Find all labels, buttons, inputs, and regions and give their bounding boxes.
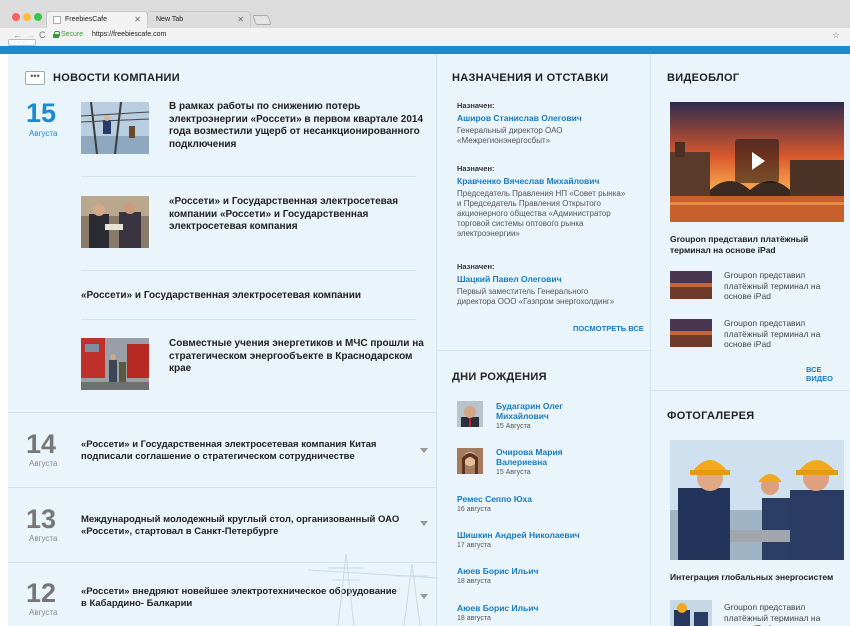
appointment-description: Генеральный директор ОАО «Межрегионэнерг… <box>457 126 563 145</box>
birthday-name-link[interactable]: Очирова Мария Валериевна <box>496 447 596 467</box>
tab-new-tab[interactable]: New Tab ✕ <box>147 11 251 28</box>
reload-icon[interactable]: C <box>39 28 46 42</box>
chevron-down-icon[interactable] <box>420 521 428 526</box>
archive-day: 14 <box>26 429 57 459</box>
news-image-power-lines[interactable] <box>81 102 149 154</box>
videoblog-section-title: ВИДЕОБЛОГ <box>667 72 740 84</box>
tab-freebiescafe[interactable]: FreebiesCafe ✕ <box>46 11 148 28</box>
divider <box>436 350 650 351</box>
video-main-caption[interactable]: Groupon представил платёжный терминал на… <box>670 234 844 255</box>
birthday-date: 17 августа <box>457 542 491 549</box>
appointment-label: Назначен: <box>457 262 495 271</box>
column-divider <box>650 54 651 626</box>
menu-dots-button[interactable]: ••• <box>25 71 45 85</box>
close-window-button[interactable] <box>12 13 20 21</box>
birthday-name-link[interactable]: Будагарин Олег Михайлович <box>496 401 596 421</box>
favicon-icon <box>53 16 61 24</box>
avatar[interactable] <box>457 448 483 474</box>
news-item-title[interactable]: «Россети» и Государственная электросетев… <box>81 290 411 303</box>
news-item-title[interactable]: В рамках работы по снижению потерь элект… <box>169 101 424 151</box>
birthday-date: 16 августа <box>457 506 491 513</box>
video-thumbnail[interactable] <box>670 319 712 347</box>
archive-news-title[interactable]: Международный молодежный круглый стол, о… <box>81 514 401 537</box>
close-icon[interactable]: ✕ <box>134 12 141 28</box>
appointments-section-title: НАЗНАЧЕНИЯ И ОТСТАВКИ <box>452 72 609 84</box>
birthday-name-link[interactable]: Аюев Борис Ильич <box>457 566 538 576</box>
divider <box>81 270 416 271</box>
featured-month: Августа <box>29 129 58 138</box>
lock-icon <box>53 31 60 38</box>
birthday-date: 15 Августа <box>496 469 531 476</box>
birthdays-section-title: ДНИ РОЖДЕНИЯ <box>452 371 547 383</box>
tab-title: FreebiesCafe <box>65 16 108 23</box>
news-section-title: НОВОСТИ КОМПАНИИ <box>53 72 180 84</box>
news-image-emergency-drill[interactable] <box>81 338 149 390</box>
divider <box>81 319 416 320</box>
power-tower-watermark <box>308 553 438 626</box>
page-content: ••• НОВОСТИ КОМПАНИИ 15 Августа В рамках… <box>8 54 850 626</box>
archive-news-title[interactable]: «Россети» и Государственная электросетев… <box>81 439 391 462</box>
gallery-caption[interactable]: Groupon представил платёжный терминал на… <box>724 602 834 626</box>
news-image-handshake[interactable] <box>81 196 149 248</box>
browser-chrome: FreebiesCafe ✕ New Tab ✕ ← → C Secure ht… <box>0 0 850 46</box>
appointment-description: Первый заместитель Генерального директор… <box>457 287 615 306</box>
news-item-title[interactable]: «Россети» и Государственная электросетев… <box>169 196 424 234</box>
gallery-main-caption[interactable]: Интеграция глобальных энергосистем <box>670 572 850 583</box>
appointment-name-link[interactable]: Шацкий Павел Олегович <box>457 274 562 284</box>
chevron-down-icon[interactable] <box>420 448 428 453</box>
see-all-appointments-link[interactable]: ПОСМОТРЕТЬ ВСЕ <box>573 324 644 333</box>
tab-title: New Tab <box>156 16 184 23</box>
birthday-date: 18 августа <box>457 578 491 585</box>
archive-day: 13 <box>26 504 57 534</box>
bookmark-star-icon[interactable]: ☆ <box>832 28 840 42</box>
minimize-window-button[interactable] <box>23 13 31 21</box>
featured-day: 15 <box>26 98 57 128</box>
divider <box>8 487 436 488</box>
address-toolbar: ← → C Secure https://freebiescafe.com ☆ <box>0 28 850 42</box>
video-caption[interactable]: Groupon представил платёжный терминал на… <box>724 270 834 302</box>
close-icon[interactable]: ✕ <box>237 12 244 28</box>
appointment-label: Назначен: <box>457 164 495 173</box>
all-videos-link[interactable]: ВСЕ ВИДЕО <box>806 365 850 383</box>
archive-day: 12 <box>26 578 57 608</box>
archive-month: Августа <box>29 459 58 468</box>
birthday-name-link[interactable]: Аюев Борис Ильич <box>457 603 538 613</box>
appointment-name-link[interactable]: Аширов Станислав Олегович <box>457 113 582 123</box>
archive-month: Августа <box>29 534 58 543</box>
divider <box>8 412 436 413</box>
tab-bar: FreebiesCafe ✕ New Tab ✕ <box>0 0 850 28</box>
gallery-main-photo[interactable] <box>670 440 844 560</box>
appointment-name-link[interactable]: Кравченко Вячеслав Михайлович <box>457 176 599 186</box>
play-icon[interactable] <box>735 139 779 183</box>
avatar[interactable] <box>457 401 483 427</box>
appointment-label: Назначен: <box>457 101 495 110</box>
new-tab-button[interactable] <box>252 15 272 25</box>
birthday-name-link[interactable]: Шишкин Андрей Николаевич <box>457 530 580 540</box>
gallery-thumbnail[interactable] <box>670 600 712 626</box>
divider <box>650 390 850 391</box>
video-caption[interactable]: Groupon представил платёжный терминал на… <box>724 318 834 350</box>
news-item-title[interactable]: Совместные учения энергетиков и МЧС прош… <box>169 338 424 376</box>
maximize-window-button[interactable] <box>34 13 42 21</box>
gallery-section-title: ФОТОГАЛЕРЕЯ <box>667 410 755 422</box>
column-divider <box>436 54 437 626</box>
video-thumbnail[interactable] <box>670 271 712 299</box>
divider <box>81 176 416 177</box>
birthday-date: 18 августа <box>457 615 491 622</box>
secure-label: Secure <box>61 31 84 38</box>
birthday-date: 15 Августа <box>496 423 531 430</box>
video-player-thumbnail[interactable] <box>670 102 844 222</box>
appointment-description: Председатель Правления НП «Совет рынка» … <box>457 189 626 238</box>
apps-bookmark-button[interactable]: · · · · <box>8 39 36 46</box>
birthday-name-link[interactable]: Ремес Сеппо Юха <box>457 494 532 504</box>
archive-month: Августа <box>29 608 58 617</box>
site-top-bar <box>0 46 850 54</box>
address-bar[interactable]: https://freebiescafe.com <box>92 28 166 42</box>
